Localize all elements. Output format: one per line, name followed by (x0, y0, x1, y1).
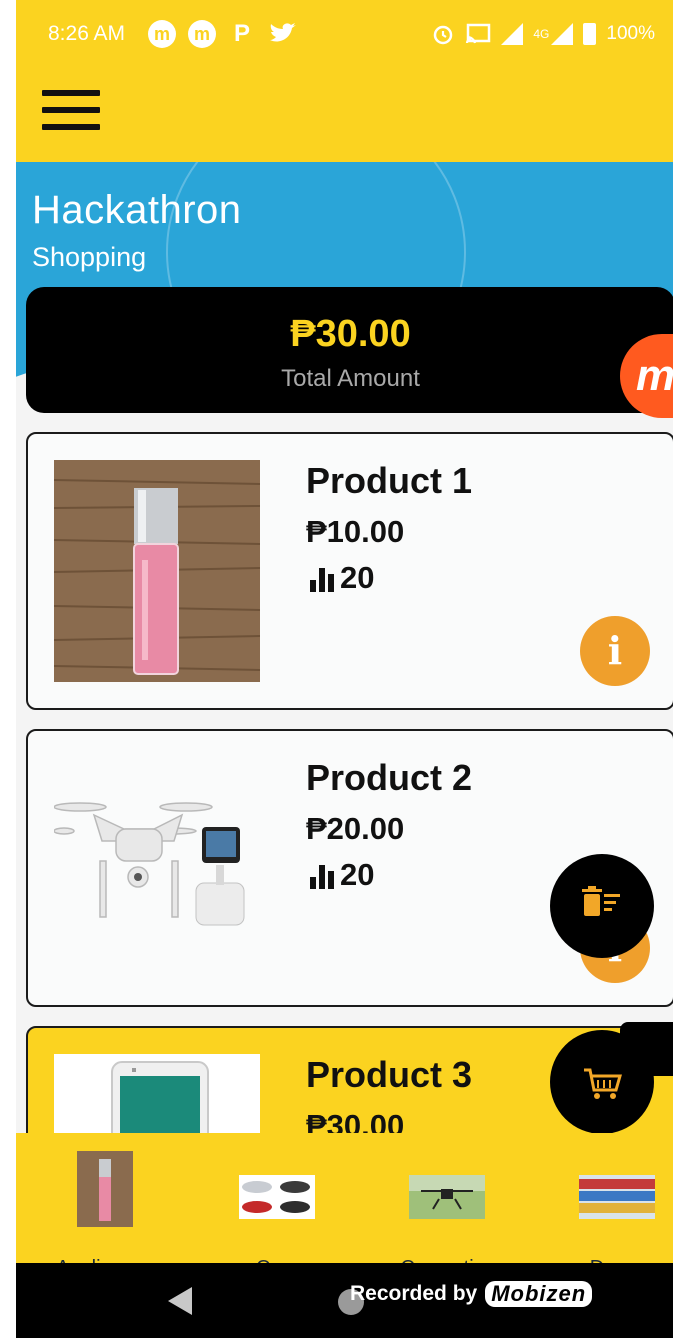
product-stock-value: 20 (340, 857, 375, 892)
product-price: ₱20.00 (306, 811, 405, 846)
category-bar: Appliances Cars Cosmetics (16, 1133, 673, 1279)
alarm-icon (434, 25, 453, 45)
category-appliances[interactable]: Appliances (25, 1151, 185, 1279)
system-nav-bar: Recorded by Mobizen (16, 1263, 673, 1338)
stock-bars-icon (310, 861, 334, 889)
product-name: Product 1 (306, 460, 473, 501)
trash-list-icon (582, 886, 620, 916)
network-type: 4G (533, 27, 550, 41)
app-bar (16, 70, 673, 162)
total-amount-card: ₱30.00 Total Amount (26, 287, 673, 413)
cast-icon (466, 23, 491, 44)
category-cars[interactable]: Cars (197, 1151, 357, 1279)
mobizen-notification-icon: m (148, 20, 176, 48)
app-screen: 8:26 AM m m P 4G 100% Hackathron Shoppin… (16, 0, 673, 1338)
product-card[interactable]: Product 1 ₱10.00 20 i (26, 432, 673, 710)
store-shelf-thumb (579, 1175, 655, 1219)
signal-icon (551, 23, 574, 45)
back-icon[interactable] (168, 1287, 192, 1315)
p-app-icon: P (233, 20, 250, 47)
recorder-watermark: Recorded by Mobizen (350, 1281, 593, 1307)
clear-cart-button[interactable] (550, 854, 654, 958)
lip-gloss-image (54, 460, 260, 682)
stock-bars-icon (310, 564, 334, 592)
signal-icon (501, 23, 524, 45)
status-indicators: 4G 100% (431, 22, 655, 46)
product-name: Product 3 (306, 1054, 473, 1095)
status-time: 8:26 AM (48, 22, 126, 45)
category-cosmetics[interactable]: Cosmetics (367, 1151, 527, 1279)
drone-image (54, 757, 260, 979)
battery-level: 100% (606, 23, 655, 44)
product-name: Product 2 (306, 757, 473, 798)
drone-thumb (409, 1175, 485, 1219)
status-bar: 8:26 AM m m P 4G 100% (16, 0, 673, 70)
product-stock-value: 20 (340, 560, 375, 595)
category-drone[interactable]: Drone (537, 1151, 673, 1279)
product-stock: 20 (310, 560, 374, 596)
total-amount-value: ₱30.00 (290, 313, 411, 355)
battery-icon (583, 23, 597, 45)
lip-gloss-thumb (77, 1151, 133, 1227)
product-stock: 20 (310, 857, 374, 893)
recorder-text: Recorded by (350, 1282, 478, 1305)
mobizen-notification-icon: m (188, 20, 216, 48)
product-price: ₱10.00 (306, 514, 405, 549)
hamburger-menu-icon[interactable] (42, 90, 102, 132)
page-subtitle: Shopping (32, 242, 147, 272)
page-title: Hackathron (32, 188, 242, 232)
shopping-cart-icon (584, 1068, 622, 1099)
total-amount-label: Total Amount (281, 365, 420, 392)
info-button[interactable]: i (580, 616, 650, 686)
cart-button[interactable] (550, 1030, 654, 1134)
recorder-brand: Mobizen (485, 1281, 593, 1307)
twitter-icon (270, 23, 296, 42)
cars-thumb (239, 1175, 315, 1219)
